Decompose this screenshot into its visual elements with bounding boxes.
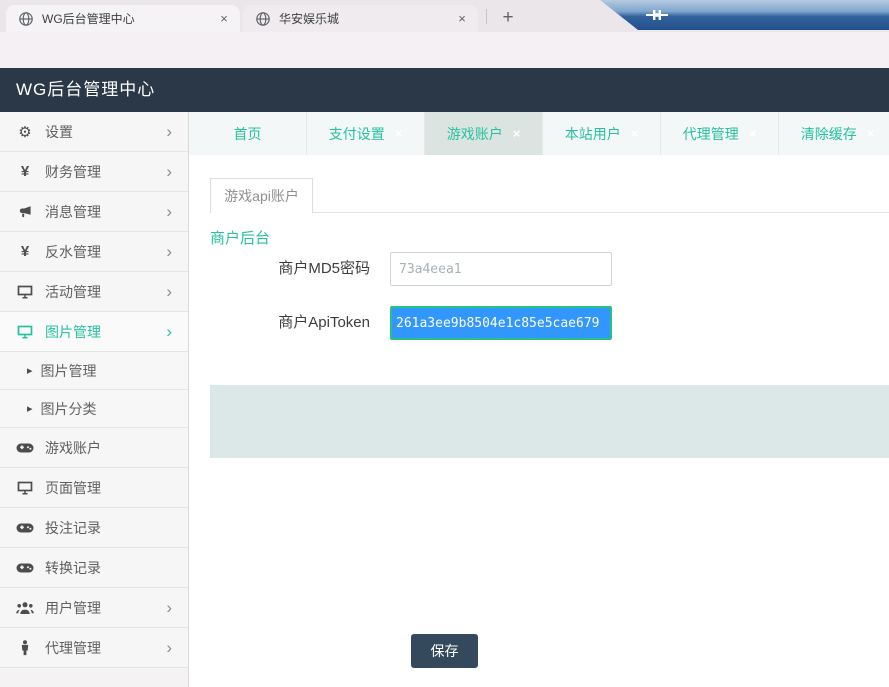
sidebar-item-label: 转换记录	[45, 558, 188, 578]
tab-close-icon[interactable]: ×	[867, 126, 875, 141]
monitor-icon	[14, 283, 36, 301]
content-tab-label: 本站用户	[565, 124, 621, 144]
sidebar-item-rebate[interactable]: ¥ 反水管理 ›	[0, 232, 188, 272]
inner-tab-game-api-account[interactable]: 游戏api账户	[210, 178, 313, 213]
browser-tabstrip: WG后台管理中心 × 华安娱乐城 × +	[0, 0, 889, 32]
content-tab-label: 清除缓存	[801, 124, 857, 144]
token-label: 商户ApiToken	[210, 306, 370, 340]
globe-icon	[18, 11, 34, 27]
content-tab-site-users[interactable]: 本站用户 ×	[543, 112, 661, 155]
chevron-right-icon: ›	[166, 599, 172, 616]
sidebar-item-pages[interactable]: 页面管理	[0, 468, 188, 508]
sidebar-item-activities[interactable]: 活动管理 ›	[0, 272, 188, 312]
chevron-right-icon: ›	[166, 163, 172, 180]
gamepad-icon	[14, 439, 36, 457]
content-tab-label: 代理管理	[683, 124, 739, 144]
chevron-right-icon: ›	[166, 123, 172, 140]
sidebar-item-game-accounts[interactable]: 游戏账户	[0, 428, 188, 468]
sidebar-item-agents[interactable]: 代理管理 ›	[0, 628, 188, 668]
sidebar-subitem-image-category[interactable]: ▸ 图片分类	[0, 390, 188, 428]
tab-close-icon[interactable]: ×	[513, 126, 521, 141]
sidebar-item-label: 活动管理	[45, 282, 166, 302]
chevron-right-icon: ›	[166, 639, 172, 656]
save-bar: 保存	[210, 385, 889, 458]
content-tabbar: 首页 支付设置 × 游戏账户 × 本站用户 × 代理管理 × 清除缓存 ×	[189, 112, 889, 155]
yen-icon: ¥	[14, 243, 36, 261]
megaphone-icon	[14, 203, 36, 221]
chevron-right-icon: ›	[166, 203, 172, 220]
content-panel: 游戏api账户 商户后台 商户MD5密码 商户ApiToken 保存	[189, 155, 889, 687]
gamepad-icon	[14, 519, 36, 537]
browser-toolbar: 127.0.0.3/index.php?g=admin&m=index&a=in…	[0, 32, 889, 68]
sidebar-item-bet-records[interactable]: 投注记录	[0, 508, 188, 548]
content-tab-home[interactable]: 首页	[189, 112, 307, 155]
sidebar: ⚙ 设置 › ¥ 财务管理 › 消息管理 › ¥ 反水管理 › 活动管理 ›	[0, 112, 189, 687]
sidebar-item-label: 代理管理	[45, 638, 166, 658]
pin-icon	[646, 8, 668, 22]
sidebar-item-label: 游戏账户	[45, 438, 188, 458]
tab-close-icon[interactable]: ×	[216, 11, 232, 27]
caret-right-icon: ▸	[27, 402, 33, 415]
sidebar-item-label: 财务管理	[45, 162, 166, 182]
sidebar-subitem-label: 图片分类	[41, 399, 97, 419]
tab-close-icon[interactable]: ×	[631, 126, 639, 141]
content-tab-label: 支付设置	[329, 124, 385, 144]
sidebar-item-messages[interactable]: 消息管理 ›	[0, 192, 188, 232]
person-icon	[14, 639, 36, 657]
tab-close-icon[interactable]: ×	[749, 126, 757, 141]
content-tab-label: 游戏账户	[447, 124, 503, 144]
monitor-icon	[14, 323, 36, 341]
sidebar-item-conversion-records[interactable]: 转换记录	[0, 548, 188, 588]
browser-tab-title: 华安娱乐城	[279, 10, 454, 27]
sidebar-item-label: 用户管理	[45, 598, 166, 618]
admin-header: WG后台管理中心	[0, 68, 889, 112]
app-window: WG后台管理中心 × 华安娱乐城 × +	[0, 0, 889, 687]
sidebar-item-images[interactable]: 图片管理 ›	[0, 312, 188, 352]
sidebar-item-settings[interactable]: ⚙ 设置 ›	[0, 112, 188, 152]
chevron-right-icon: ›	[166, 323, 172, 340]
sidebar-subitem-label: 图片管理	[41, 361, 97, 381]
content-tab-game-accounts[interactable]: 游戏账户 ×	[425, 112, 543, 155]
md5-input[interactable]	[390, 252, 612, 286]
chevron-right-icon: ›	[166, 283, 172, 300]
content-tab-clear-cache[interactable]: 清除缓存 ×	[779, 112, 889, 155]
new-tab-button[interactable]: +	[495, 5, 521, 31]
browser-tab-title: WG后台管理中心	[42, 10, 216, 27]
globe-icon	[255, 11, 271, 27]
yen-icon: ¥	[14, 163, 36, 181]
sidebar-item-label: 投注记录	[45, 518, 188, 538]
browser-tab-admin[interactable]: WG后台管理中心 ×	[6, 5, 240, 32]
users-icon	[14, 599, 36, 617]
gamepad-icon	[14, 559, 36, 577]
merchant-backend-link[interactable]: 商户后台	[210, 227, 270, 248]
tab-close-icon[interactable]: ×	[395, 126, 403, 141]
sidebar-item-label: 消息管理	[45, 202, 166, 222]
sidebar-item-users[interactable]: 用户管理 ›	[0, 588, 188, 628]
sidebar-filler	[0, 668, 188, 687]
token-input[interactable]	[390, 306, 612, 340]
caret-right-icon: ▸	[27, 364, 33, 377]
browser-tab-site[interactable]: 华安娱乐城 ×	[243, 5, 478, 32]
content-tab-payment[interactable]: 支付设置 ×	[307, 112, 425, 155]
sidebar-item-label: 页面管理	[45, 478, 188, 498]
save-button[interactable]: 保存	[411, 634, 478, 668]
app-title: WG后台管理中心	[16, 68, 155, 112]
md5-label: 商户MD5密码	[210, 252, 370, 286]
sidebar-item-label: 图片管理	[45, 322, 166, 342]
chevron-right-icon: ›	[166, 243, 172, 260]
sidebar-item-label: 设置	[45, 122, 166, 142]
sidebar-item-finance[interactable]: ¥ 财务管理 ›	[0, 152, 188, 192]
content-tab-label: 首页	[234, 124, 262, 144]
tab-close-icon[interactable]: ×	[454, 11, 470, 27]
gears-icon: ⚙	[14, 123, 36, 141]
content-tab-agents[interactable]: 代理管理 ×	[661, 112, 779, 155]
monitor-icon	[14, 479, 36, 497]
window-title-wedge	[600, 0, 889, 30]
sidebar-subitem-image-manage[interactable]: ▸ 图片管理	[0, 352, 188, 390]
sidebar-item-label: 反水管理	[45, 242, 166, 262]
tab-separator	[486, 9, 487, 24]
